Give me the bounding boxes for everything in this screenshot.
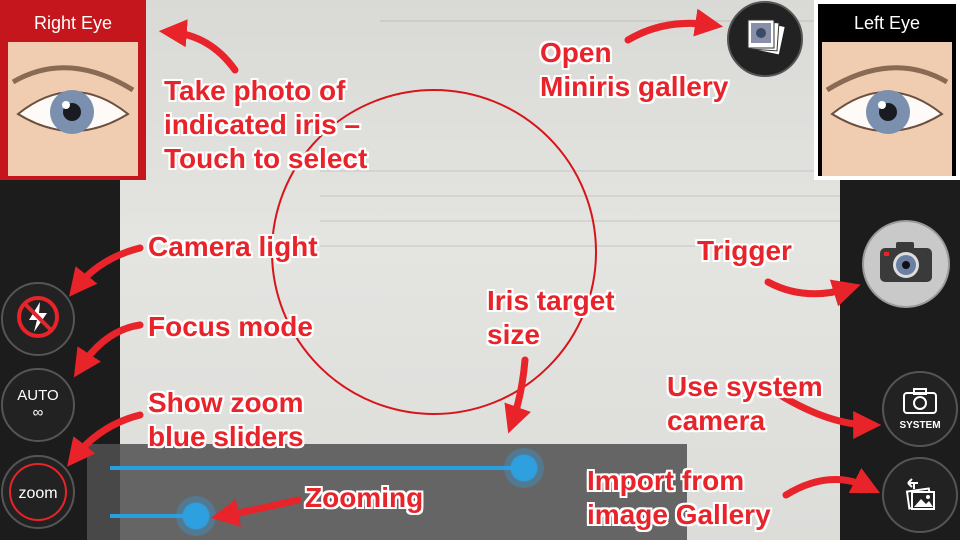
annotation-import-gallery-line2: image Gallery: [587, 499, 771, 530]
arrow-iris-target: [504, 356, 531, 434]
annotation-camera-light: Camera light: [148, 231, 318, 262]
annotation-take-photo-line2: indicated iris –: [164, 109, 361, 140]
arrow-camera-light: [69, 244, 144, 297]
annotation-show-zoom-line2: blue sliders: [148, 421, 304, 452]
arrow-trigger: [764, 278, 861, 307]
annotation-focus-mode: Focus mode: [148, 311, 313, 342]
annotation-import-gallery: Import from image Gallery: [587, 464, 771, 532]
annotation-trigger: Trigger: [697, 235, 792, 266]
arrow-zooming: [210, 496, 302, 527]
annotation-iris-target-line1: Iris target: [487, 285, 615, 316]
annotation-show-zoom-line1: Show zoom: [148, 387, 304, 418]
annotation-take-photo-line1: Take photo of: [164, 75, 346, 106]
annotation-system-camera-line1: Use system: [667, 371, 823, 402]
annotation-show-zoom: Show zoom blue sliders: [148, 386, 304, 454]
annotation-take-photo-line3: Touch to select: [164, 143, 368, 174]
annotation-open-gallery-line2: Miniris gallery: [540, 71, 729, 102]
annotation-iris-target-line2: size: [487, 319, 540, 350]
annotation-system-camera: Use system camera: [667, 370, 823, 438]
arrow-focus-mode: [73, 321, 144, 378]
annotation-import-gallery-line1: Import from: [587, 465, 745, 496]
annotation-open-gallery: Open Miniris gallery: [540, 36, 728, 104]
annotation-open-gallery-line1: Open: [540, 37, 612, 68]
annotation-system-camera-line2: camera: [667, 405, 766, 436]
annotation-take-photo: Take photo of indicated iris – Touch to …: [164, 74, 367, 176]
arrow-take-photo: [158, 19, 239, 74]
arrow-zoom: [67, 411, 144, 467]
arrow-import: [782, 467, 881, 499]
annotation-arrows: [67, 8, 882, 527]
annotation-zooming: Zooming: [305, 482, 424, 513]
annotation-iris-target: Iris target size: [487, 284, 615, 352]
